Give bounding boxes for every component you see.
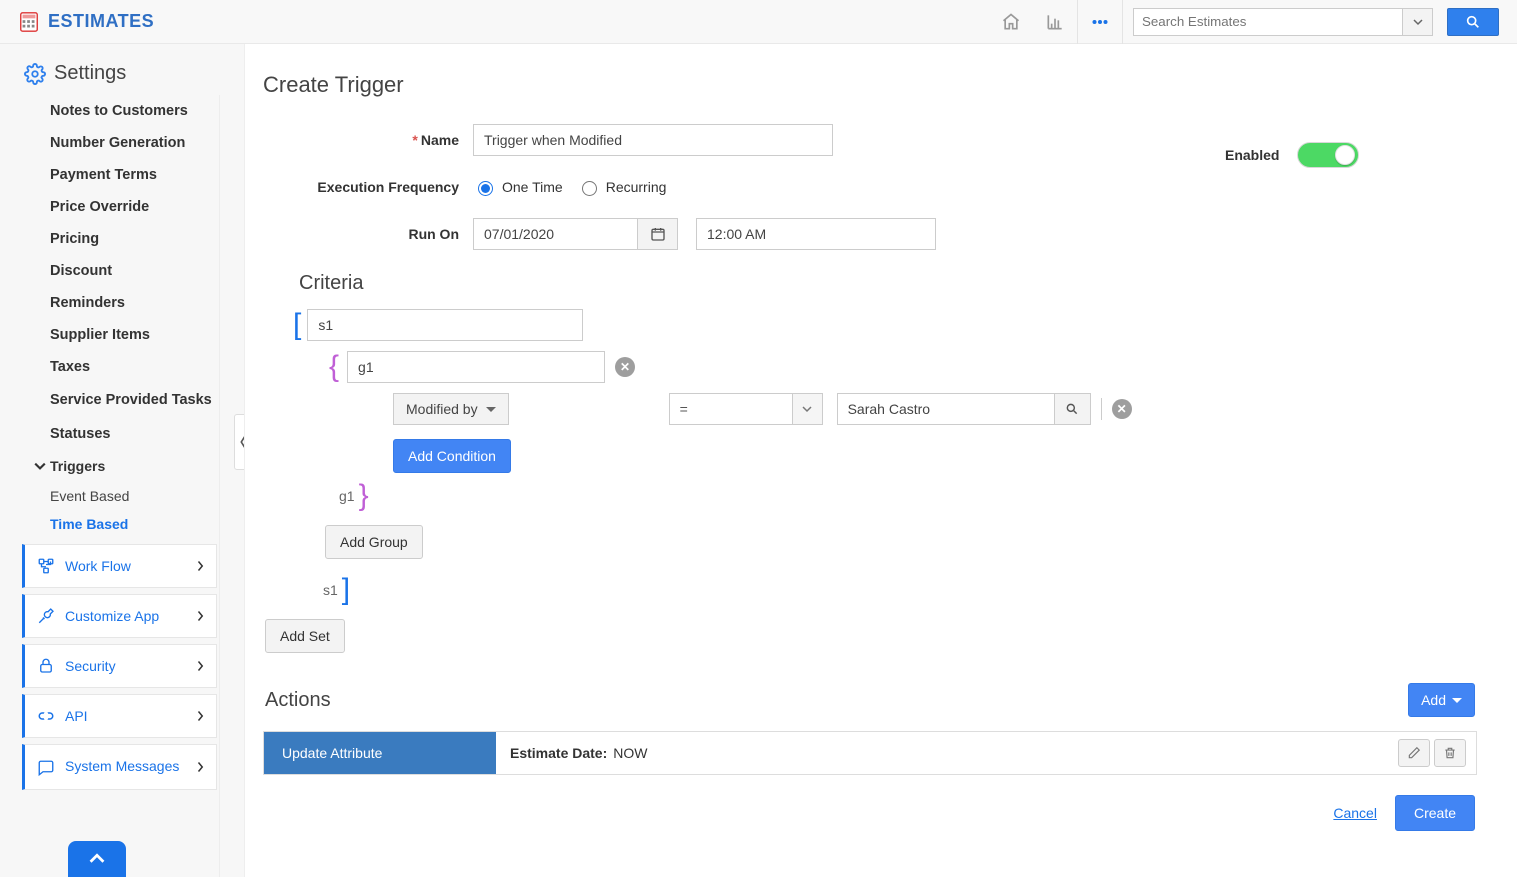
delete-action-icon[interactable] (1434, 739, 1466, 767)
action-row: Update Attribute Estimate Date: NOW (263, 731, 1477, 775)
action-attr-label: Estimate Date: (510, 745, 607, 761)
sidebar-box-api-label: API (65, 708, 88, 724)
execution-frequency-label: Execution Frequency (263, 179, 473, 195)
sidebar-item-number-generation[interactable]: Number Generation (20, 127, 219, 159)
sidebar-item-notes[interactable]: Notes to Customers (20, 95, 219, 127)
enabled-toggle[interactable] (1297, 142, 1359, 168)
create-button[interactable]: Create (1395, 795, 1475, 831)
sidebar-item-price-override[interactable]: Price Override (20, 191, 219, 223)
enabled-label: Enabled (1225, 147, 1279, 163)
sidebar-item-payment-terms[interactable]: Payment Terms (20, 159, 219, 191)
sidebar-box-api[interactable]: API (22, 694, 217, 738)
home-icon[interactable] (989, 0, 1033, 44)
sidebar-item-pricing[interactable]: Pricing (20, 223, 219, 255)
group-close-bracket-icon: } (359, 481, 369, 511)
group-name-input[interactable] (347, 351, 605, 383)
chevron-right-icon (194, 660, 206, 672)
condition-operator-dropdown[interactable]: = (669, 393, 823, 425)
sidebar-item-supplier-items[interactable]: Supplier Items (20, 319, 219, 351)
run-on-time-input[interactable] (696, 218, 936, 250)
chevron-right-icon (194, 610, 206, 622)
radio-recurring-label: Recurring (606, 179, 667, 195)
sidebar-subitem-time-based[interactable]: Time Based (20, 510, 219, 538)
action-type-badge: Update Attribute (264, 732, 496, 774)
add-action-label: Add (1421, 692, 1446, 708)
search-scope-dropdown[interactable] (1403, 8, 1433, 36)
group-open-bracket-icon: { (329, 352, 339, 382)
sidebar-subitem-event-based[interactable]: Event Based (20, 482, 219, 510)
set-close-bracket-icon: ] (342, 575, 350, 605)
action-attr-value: NOW (613, 745, 647, 761)
delete-group-icon[interactable]: ✕ (615, 357, 635, 377)
settings-label: Settings (54, 62, 126, 85)
condition-field-dropdown[interactable]: Modified by (393, 393, 509, 425)
run-on-date-input[interactable] (473, 218, 638, 250)
sidebar-item-discount[interactable]: Discount (20, 255, 219, 287)
set-name-input[interactable] (307, 309, 583, 341)
main-content: Create Trigger *Name Enabled Execution F… (245, 44, 1517, 877)
brand-name: ESTIMATES (48, 11, 154, 32)
calendar-icon[interactable] (638, 218, 678, 250)
app-header: ESTIMATES (0, 0, 1517, 44)
radio-one-time-label: One Time (502, 179, 563, 195)
condition-value-input[interactable] (837, 393, 1055, 425)
add-set-button[interactable]: Add Set (265, 619, 345, 653)
set-close-label: s1 (323, 582, 338, 598)
add-group-button[interactable]: Add Group (325, 525, 423, 559)
page-title: Create Trigger (263, 72, 1477, 98)
condition-operator-value: = (680, 401, 688, 417)
sidebar-item-statuses[interactable]: Statuses (20, 418, 219, 450)
add-action-button[interactable]: Add (1408, 683, 1475, 717)
settings-heading: Settings (0, 44, 244, 95)
chevron-right-icon (194, 761, 206, 773)
bar-chart-icon[interactable] (1033, 0, 1077, 44)
name-label: Name (421, 132, 459, 148)
criteria-heading: Criteria (299, 272, 1477, 295)
brand: ESTIMATES (18, 11, 154, 33)
radio-recurring[interactable]: Recurring (577, 178, 667, 196)
scroll-top-button[interactable] (68, 841, 126, 877)
sidebar-box-security[interactable]: Security (22, 644, 217, 688)
actions-heading: Actions (265, 689, 331, 712)
trigger-name-input[interactable] (473, 124, 833, 156)
set-open-bracket-icon: [ (293, 310, 301, 340)
action-summary: Estimate Date: NOW (496, 732, 1388, 774)
search-button[interactable] (1447, 8, 1499, 36)
sidebar-group-triggers-label: Triggers (50, 458, 105, 474)
sidebar-box-system-messages-label: System Messages (65, 757, 179, 775)
sidebar-box-security-label: Security (65, 658, 116, 674)
condition-value-lookup-icon[interactable] (1055, 393, 1091, 425)
sidebar-box-workflow-label: Work Flow (65, 558, 131, 574)
divider (1101, 398, 1102, 420)
group-close-label: g1 (339, 488, 355, 504)
cancel-link[interactable]: Cancel (1333, 805, 1377, 821)
sidebar-box-customize[interactable]: Customize App (22, 594, 217, 638)
condition-field-value: Modified by (406, 401, 478, 417)
search-input[interactable] (1133, 8, 1403, 36)
sidebar: Settings Notes to Customers Number Gener… (0, 44, 245, 877)
sidebar-item-taxes[interactable]: Taxes (20, 351, 219, 383)
sidebar-item-reminders[interactable]: Reminders (20, 287, 219, 319)
chevron-right-icon (194, 710, 206, 722)
run-on-label: Run On (263, 226, 473, 242)
delete-condition-icon[interactable]: ✕ (1112, 399, 1132, 419)
sidebar-group-triggers[interactable]: Triggers (20, 450, 219, 482)
more-menu-icon[interactable] (1078, 0, 1122, 44)
sidebar-collapse-handle[interactable] (234, 414, 245, 470)
sidebar-box-workflow[interactable]: Work Flow (22, 544, 217, 588)
sidebar-box-customize-label: Customize App (65, 608, 159, 624)
edit-action-icon[interactable] (1398, 739, 1430, 767)
estimates-logo-icon (18, 11, 40, 33)
sidebar-item-service-provided-tasks[interactable]: Service Provided Tasks (20, 383, 219, 418)
chevron-right-icon (194, 560, 206, 572)
radio-one-time[interactable]: One Time (473, 178, 563, 196)
sidebar-box-system-messages[interactable]: System Messages (22, 744, 217, 790)
add-condition-button[interactable]: Add Condition (393, 439, 511, 473)
